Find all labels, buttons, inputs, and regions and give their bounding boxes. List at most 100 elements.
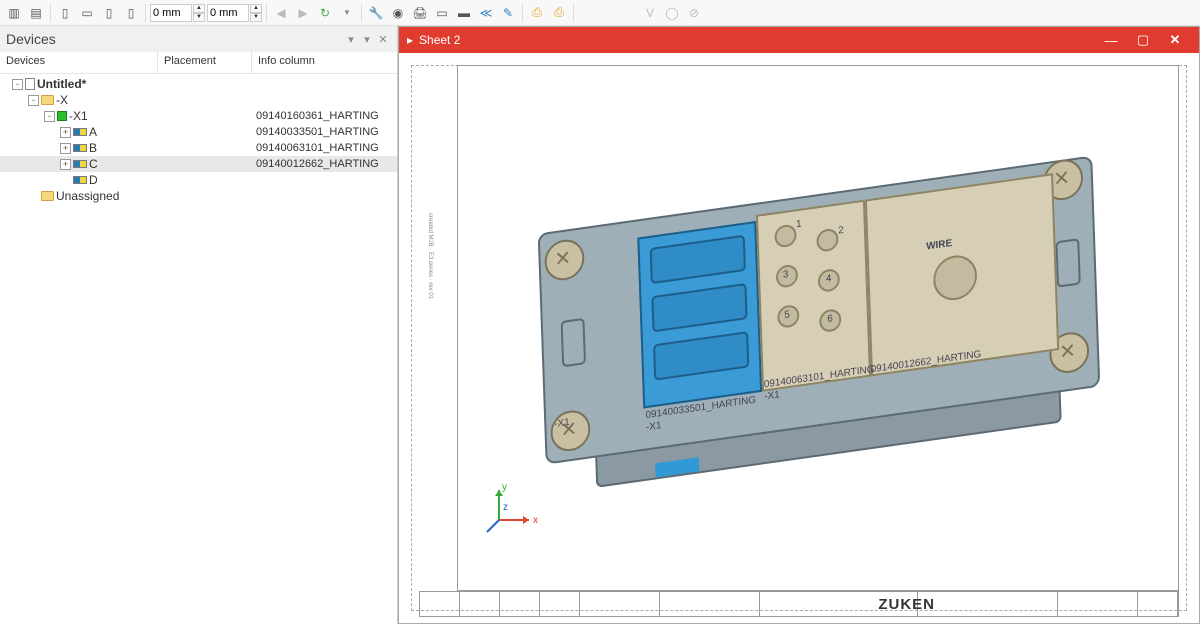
svg-text:z: z <box>503 502 508 513</box>
tree-info: 09140160361_HARTING <box>252 110 397 122</box>
top-toolbar: ▥ ▤ ▯ ▭ ▯ ▯ ▲▼ ▲▼ ◀ ▶ ↻ ▼ 🔧 ◉ 🖨 ▭ ▬ ≪ ✎ … <box>0 0 1200 26</box>
tree-row[interactable]: - -X1 09140160361_HARTING <box>0 108 397 124</box>
tree-label: Unassigned <box>56 189 119 203</box>
pin-6: 6 <box>827 313 833 325</box>
align-icon-4[interactable]: ▭ <box>77 3 97 23</box>
tree-row[interactable]: + C 09140012662_HARTING <box>0 156 397 172</box>
svg-text:x: x <box>533 515 538 526</box>
dropdown-icon[interactable]: ▼ <box>337 3 357 23</box>
offset-y-spinner[interactable]: ▲▼ <box>207 4 262 22</box>
title-block <box>419 591 1179 617</box>
svg-text:y: y <box>502 482 507 493</box>
tree-label: Untitled* <box>37 77 86 91</box>
expand-icon[interactable]: + <box>60 143 71 154</box>
folder-icon <box>41 95 54 105</box>
device-tree: -Untitled*--X--X109140160361_HARTING+A09… <box>0 74 397 206</box>
tree-label: A <box>89 125 97 139</box>
tree-info: 09140012662_HARTING <box>252 158 397 170</box>
mod-icon <box>73 160 87 168</box>
nav-prev-icon[interactable]: ◀ <box>271 3 291 23</box>
expand-icon[interactable] <box>28 191 39 202</box>
nav-next-icon[interactable]: ▶ <box>293 3 313 23</box>
expand-icon[interactable]: - <box>44 111 55 122</box>
label-x1-a: -X1 <box>554 417 570 430</box>
pin-1: 1 <box>796 219 802 231</box>
offset-x-input[interactable] <box>150 4 192 22</box>
offset-x-spinner[interactable]: ▲▼ <box>150 4 205 22</box>
refresh-icon[interactable]: ↻ <box>315 3 335 23</box>
export-icon[interactable]: ⎙ <box>527 3 547 23</box>
spin-down-icon[interactable]: ▼ <box>250 13 262 22</box>
shape-slash-icon[interactable]: ⊘ <box>684 3 704 23</box>
tree-info: 09140033501_HARTING <box>252 126 397 138</box>
spin-up-icon[interactable]: ▲ <box>250 4 262 13</box>
mod-icon <box>73 144 87 152</box>
tree-label: C <box>89 157 98 171</box>
tree-row[interactable]: + B 09140063101_HARTING <box>0 140 397 156</box>
col-devices[interactable]: Devices <box>0 52 158 73</box>
doc-icon <box>25 78 35 90</box>
tool-doc-icon[interactable]: ▭ <box>432 3 452 23</box>
window-minimize-icon[interactable]: ― <box>1095 33 1127 48</box>
tree-row[interactable]: --X <box>0 92 397 108</box>
tree-row[interactable]: - Untitled* <box>0 76 397 92</box>
expand-icon[interactable] <box>60 175 71 186</box>
sheet-tab-title: Sheet 2 <box>419 33 460 47</box>
pin-4: 4 <box>826 273 832 285</box>
spin-up-icon[interactable]: ▲ <box>193 4 205 13</box>
tool-globe-icon[interactable]: ◉ <box>388 3 408 23</box>
spin-down-icon[interactable]: ▼ <box>193 13 205 22</box>
sheet-window: ▸ Sheet 2 ― ▢ ✕ created MJB · E3.series … <box>398 26 1200 624</box>
panel-menu-icon[interactable]: ▾ <box>343 33 359 46</box>
tree-row[interactable]: Unassigned <box>0 188 397 204</box>
drawing-canvas[interactable]: created MJB · E3.series · rev 01 <box>399 53 1199 623</box>
sheet-tab-icon: ▸ <box>407 33 413 47</box>
expand-icon[interactable]: + <box>60 159 71 170</box>
tree-label: -X1 <box>69 109 88 123</box>
sheet-titlebar[interactable]: ▸ Sheet 2 ― ▢ ✕ <box>399 27 1199 53</box>
window-close-icon[interactable]: ✕ <box>1159 32 1191 48</box>
side-annotation: created MJB · E3.series · rev 01 <box>427 213 433 433</box>
folder-icon <box>41 191 54 201</box>
panel-close-icon[interactable]: ✕ <box>375 33 391 46</box>
green-icon <box>57 111 67 121</box>
pin-2: 2 <box>838 225 844 237</box>
align-icon-1[interactable]: ▥ <box>4 3 24 23</box>
align-icon-6[interactable]: ▯ <box>121 3 141 23</box>
align-icon-5[interactable]: ▯ <box>99 3 119 23</box>
panel-pin-icon[interactable]: ▾ <box>359 33 375 46</box>
shape-q-icon[interactable]: ◯ <box>662 3 682 23</box>
pin-3: 3 <box>783 269 789 281</box>
label-x1-c: -X1 <box>764 389 780 402</box>
tree-label: B <box>89 141 97 155</box>
expand-icon[interactable]: + <box>60 127 71 138</box>
expand-icon[interactable]: - <box>28 95 39 106</box>
tree-row[interactable]: + A 09140033501_HARTING <box>0 124 397 140</box>
mod-icon <box>73 128 87 136</box>
align-icon-3[interactable]: ▯ <box>55 3 75 23</box>
panel-header: Devices ▾ ▾ ✕ <box>0 26 397 52</box>
tool-wrench-icon[interactable]: 🔧 <box>366 3 386 23</box>
mod-icon <box>73 176 87 184</box>
tree-label: D <box>89 173 98 187</box>
offset-y-input[interactable] <box>207 4 249 22</box>
brand-label: ZUKEN <box>878 596 935 613</box>
window-maximize-icon[interactable]: ▢ <box>1127 32 1159 48</box>
shape-v-icon[interactable]: V <box>640 3 660 23</box>
export2-icon[interactable]: ⎙ <box>549 3 569 23</box>
tree-info: 09140063101_HARTING <box>252 142 397 154</box>
devices-panel: Devices ▾ ▾ ✕ Devices Placement Info col… <box>0 26 398 624</box>
axis-gizmo: x y z <box>479 480 539 543</box>
tree-row[interactable]: D <box>0 172 397 188</box>
tool-highlight-icon[interactable]: ✎ <box>498 3 518 23</box>
col-placement[interactable]: Placement <box>158 52 252 73</box>
panel-title: Devices <box>6 31 343 47</box>
column-headers: Devices Placement Info column <box>0 52 397 74</box>
col-info[interactable]: Info column <box>252 52 397 73</box>
expand-icon[interactable]: - <box>12 79 23 90</box>
tool-share-icon[interactable]: ≪ <box>476 3 496 23</box>
align-icon-2[interactable]: ▤ <box>26 3 46 23</box>
pin-5: 5 <box>784 309 790 321</box>
tool-page-icon[interactable]: ▬ <box>454 3 474 23</box>
tool-print-icon[interactable]: 🖨 <box>410 3 430 23</box>
